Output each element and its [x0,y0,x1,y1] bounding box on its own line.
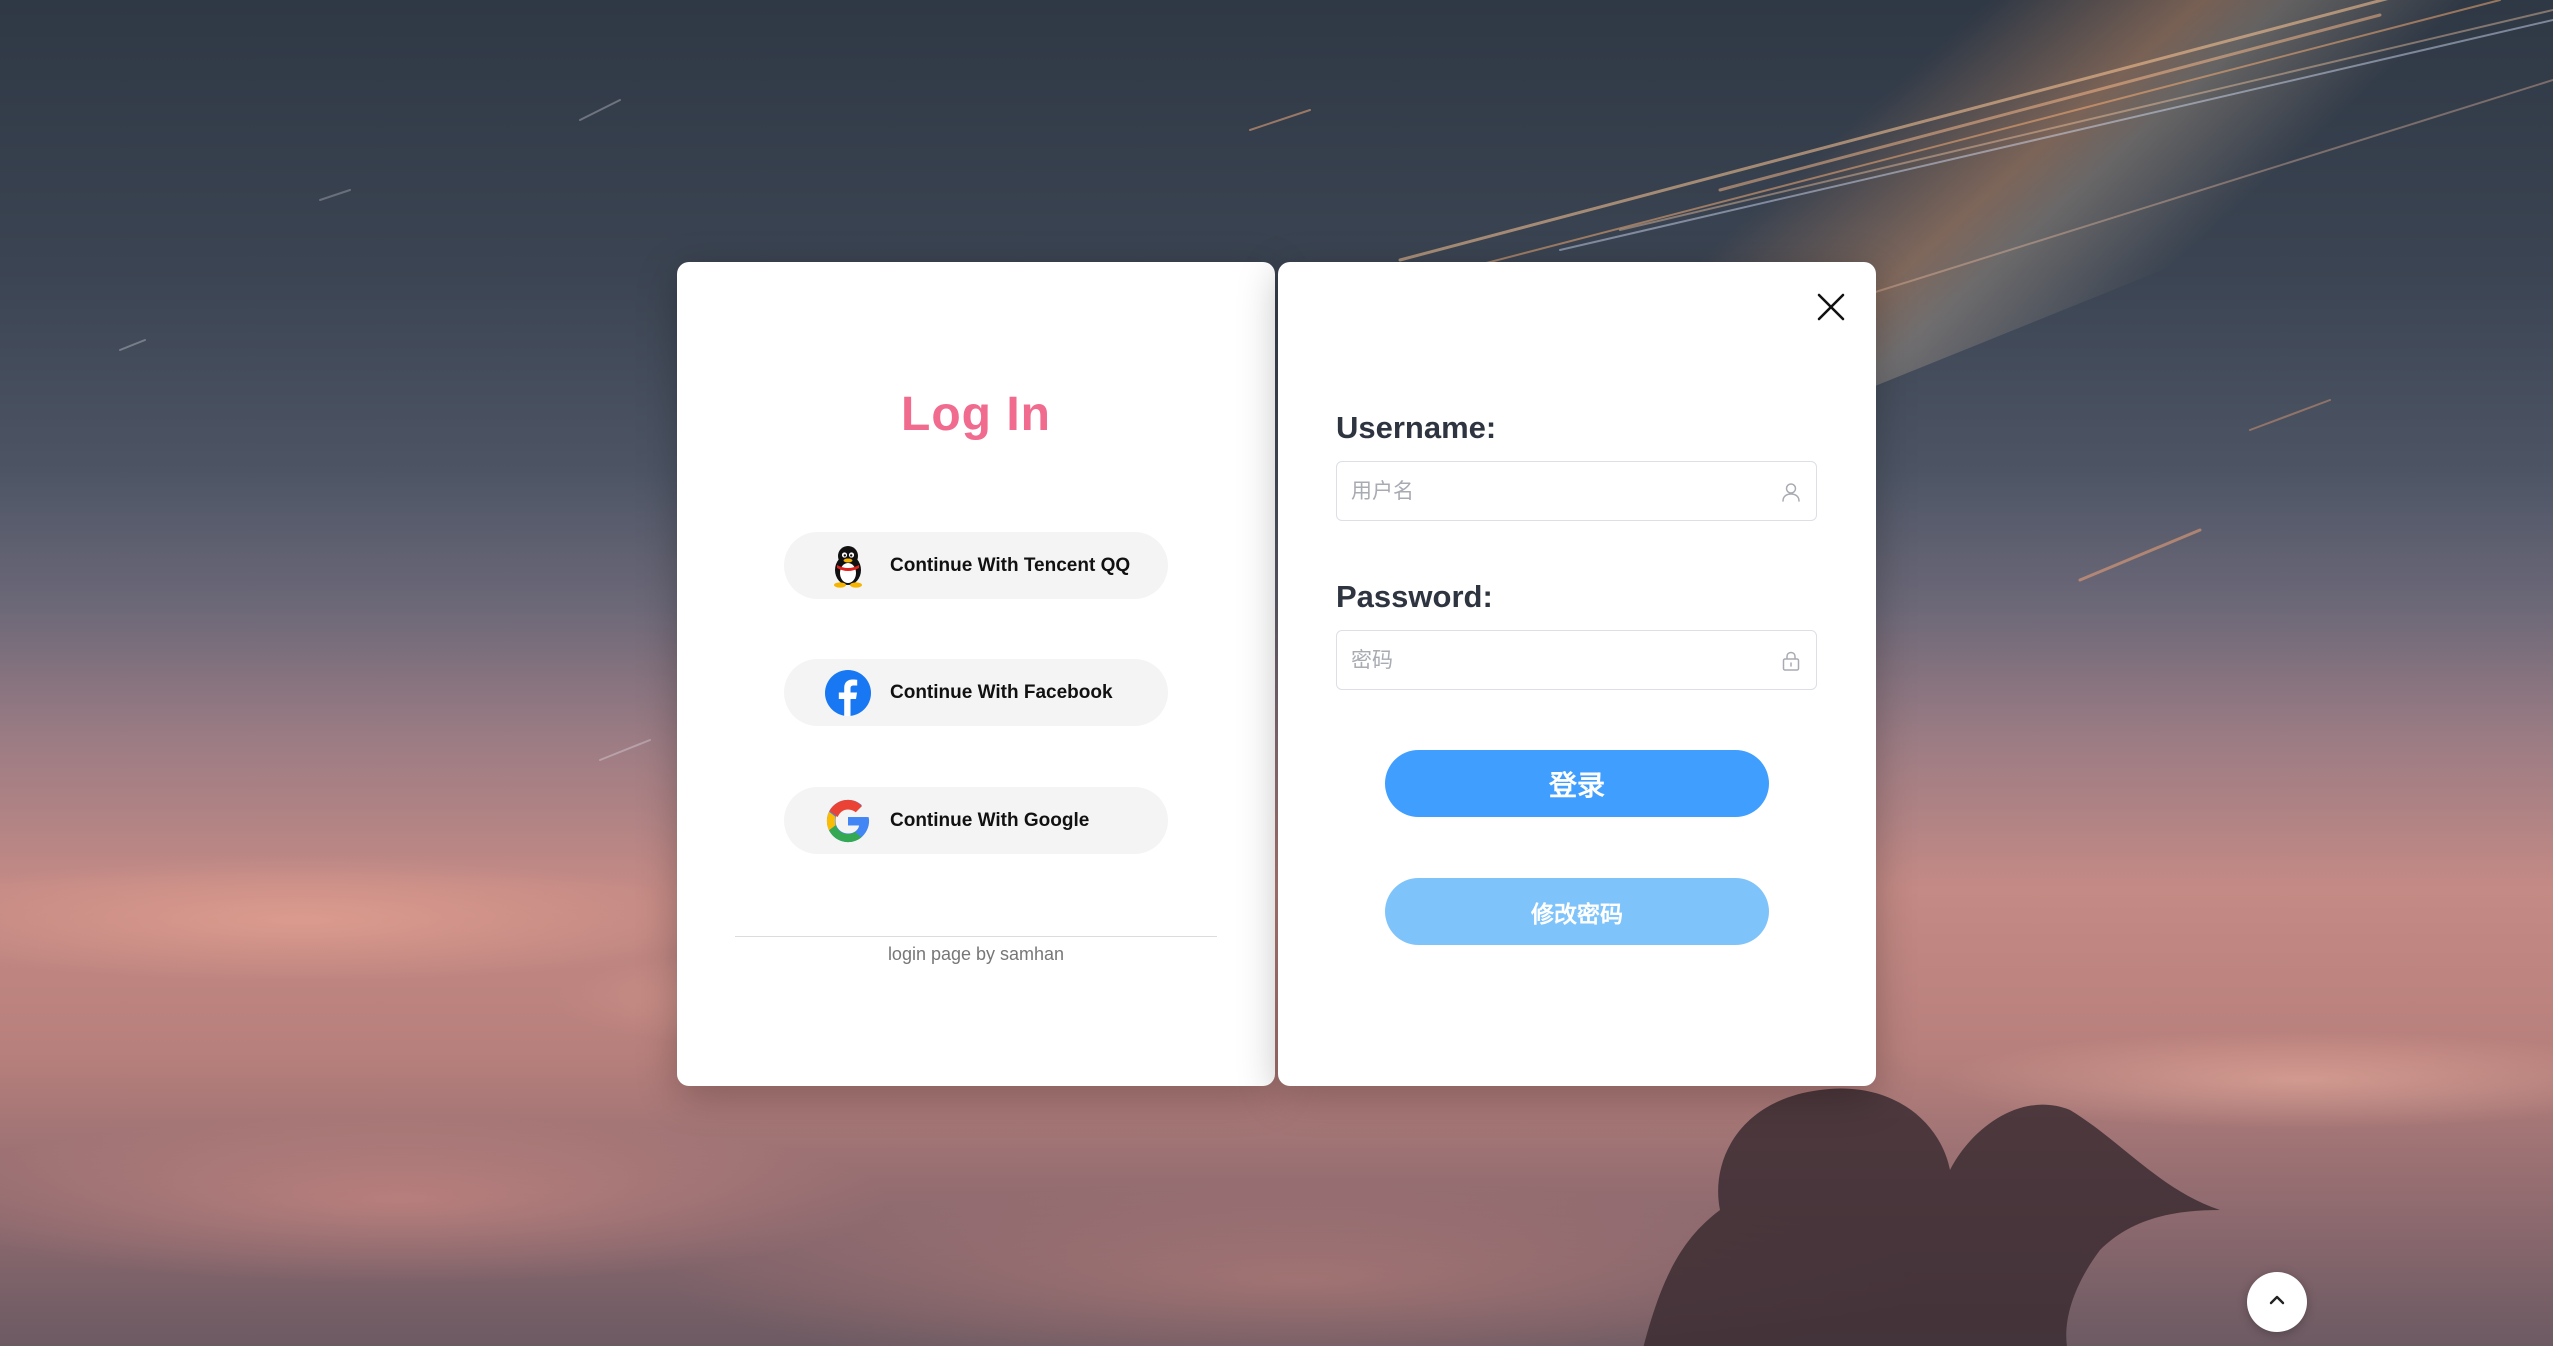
username-field-wrapper [1336,461,1817,521]
password-field-wrapper [1336,630,1817,690]
scroll-to-top-button[interactable] [2247,1272,2307,1332]
username-label: Username: [1336,410,1497,445]
google-icon [824,797,872,845]
password-label: Password: [1336,579,1493,614]
lock-icon [1780,650,1802,672]
facebook-login-button[interactable]: Continue With Facebook [784,659,1168,726]
girl-silhouette [1643,1088,2220,1346]
chevron-up-icon [2266,1289,2288,1316]
credentials-card: Username: Password: 登录 修改密码 [1278,262,1876,1086]
qq-login-label: Continue With Tencent QQ [890,554,1131,576]
social-login-card: Log In Continue With Tencent QQ Continue… [677,262,1275,1086]
google-login-button[interactable]: Continue With Google [784,787,1168,854]
divider [735,936,1217,937]
qq-penguin-icon [824,542,872,590]
qq-login-button[interactable]: Continue With Tencent QQ [784,532,1168,599]
background-scene [0,0,2553,1346]
close-icon[interactable] [1816,292,1846,322]
change-password-button[interactable]: 修改密码 [1385,878,1769,945]
password-input[interactable] [1337,631,1816,689]
footer-credit: login page by samhan [887,944,1065,964]
google-login-label: Continue With Google [890,809,1090,831]
user-icon [1780,481,1802,503]
facebook-icon [824,669,872,717]
login-button[interactable]: 登录 [1385,750,1769,817]
facebook-login-label: Continue With Facebook [890,681,1113,703]
page-title: Log In [901,388,1051,441]
username-input[interactable] [1337,462,1816,520]
